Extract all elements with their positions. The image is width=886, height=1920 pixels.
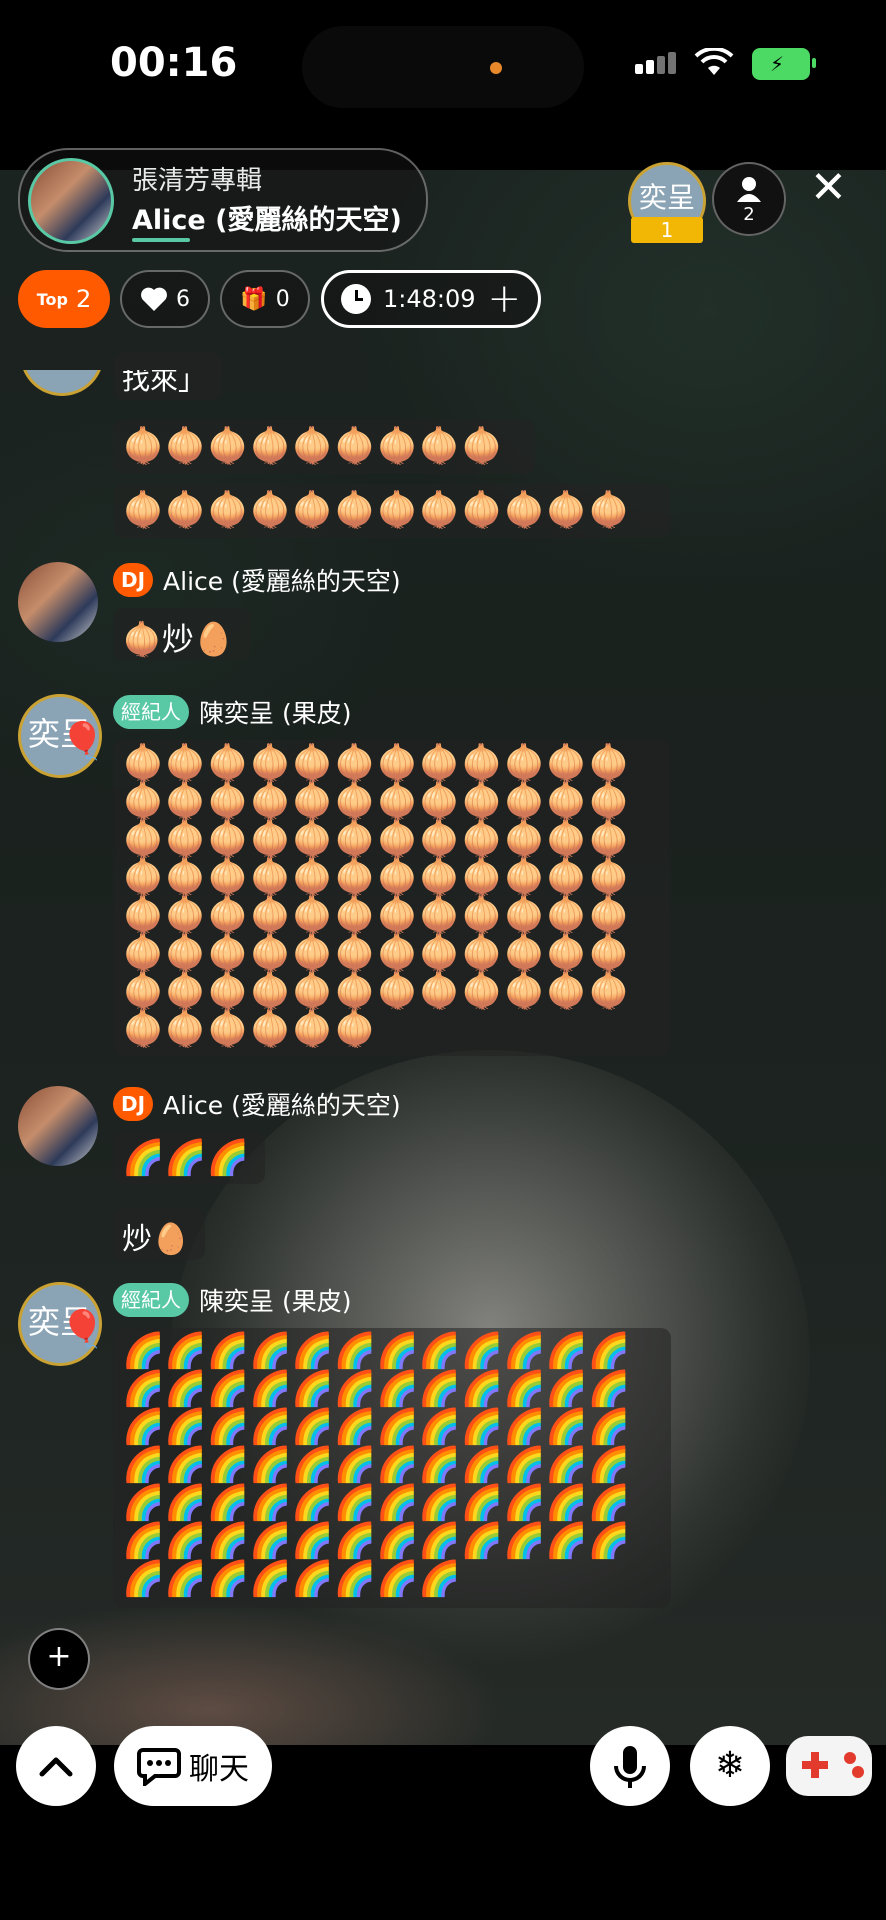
onion-row: 🧅🧅🧅🧅🧅🧅🧅🧅🧅🧅🧅🧅 — [122, 819, 631, 859]
user-avatar[interactable]: 奕呈 🎈 — [18, 694, 105, 778]
rainbow-row: 🌈🌈🌈🌈🌈🌈🌈🌈🌈🌈🌈🌈 — [122, 1407, 631, 1447]
rainbow-row: 🌈🌈🌈🌈🌈🌈🌈🌈🌈🌈🌈🌈 — [122, 1521, 631, 1561]
cellular-signal-icon — [635, 52, 676, 74]
add-icon[interactable]: + — [28, 1628, 90, 1690]
sender-name: Alice (愛麗絲的天空) — [163, 1091, 401, 1120]
close-icon[interactable]: ✕ — [810, 166, 847, 210]
host-avatar[interactable] — [28, 158, 114, 244]
message-text: 🧅炒🥚 — [122, 620, 234, 658]
rainbow-row: 🌈🌈🌈🌈🌈🌈🌈🌈 — [122, 1559, 461, 1599]
top-ranked-user-avatar[interactable]: 奕呈 1 — [628, 162, 706, 243]
background-hand — [0, 1590, 700, 1745]
rank-badge: 1 — [631, 217, 703, 243]
onion-row: 🧅🧅🧅🧅🧅🧅🧅🧅🧅🧅🧅🧅 — [122, 895, 631, 935]
message-text: 🌈🌈🌈 — [122, 1138, 250, 1178]
rainbow-row: 🌈🌈🌈🌈🌈🌈🌈🌈🌈🌈🌈🌈 — [122, 1369, 631, 1409]
sender-name: 陳奕呈 (果皮) — [199, 1287, 352, 1316]
gamepad-icon — [802, 1752, 828, 1778]
room-title: 張清芳專輯 — [132, 166, 263, 196]
microphone-button[interactable] — [590, 1726, 670, 1806]
gifts-count: 0 — [275, 286, 290, 312]
user-avatar[interactable]: 奕呈 🎈 — [18, 1282, 105, 1366]
game-button-dot — [852, 1766, 864, 1778]
onion-row: 🧅🧅🧅🧅🧅🧅🧅🧅🧅🧅🧅🧅 — [122, 971, 631, 1011]
gifts-chip[interactable]: 🎁 0 — [220, 270, 310, 328]
onion-row: 🧅🧅🧅🧅🧅🧅 — [122, 1009, 377, 1049]
top-value: 2 — [75, 285, 92, 313]
rainbow-row: 🌈🌈🌈🌈🌈🌈🌈🌈🌈🌈🌈🌈 — [122, 1445, 631, 1485]
agent-tag: 經紀人 — [113, 1283, 189, 1317]
expand-button[interactable] — [16, 1726, 96, 1806]
sender-name: Alice (愛麗絲的天空) — [163, 567, 401, 596]
status-bar: 00:16 ⚡ — [0, 0, 886, 130]
dj-tag: DJ — [113, 1087, 154, 1121]
onion-row: 🧅🧅🧅🧅🧅🧅🧅🧅🧅🧅🧅🧅 — [122, 857, 631, 897]
room-info-card[interactable]: 張清芳專輯 Alice (愛麗絲的天空) — [18, 148, 428, 252]
onion-row: 🧅🧅🧅🧅🧅🧅🧅🧅🧅🧅🧅🧅 — [122, 781, 631, 821]
likes-chip[interactable]: 6 — [120, 270, 210, 328]
recording-dot-icon — [490, 62, 502, 74]
message-text: 🧅🧅🧅🧅🧅🧅🧅🧅🧅🧅🧅🧅 — [122, 490, 631, 530]
host-name-underline — [132, 238, 190, 242]
balloon-accessory-icon: 🎈 — [60, 721, 105, 762]
likes-count: 6 — [176, 286, 190, 312]
onion-row: 🧅🧅🧅🧅🧅🧅🧅🧅🧅🧅🧅🧅 — [122, 743, 631, 783]
message-text: 炒🥚 — [122, 1222, 190, 1257]
message-text: 🧅🧅🧅🧅🧅🧅🧅🧅🧅 — [122, 426, 504, 466]
rainbow-row: 🌈🌈🌈🌈🌈🌈🌈🌈🌈🌈🌈🌈 — [122, 1483, 631, 1523]
gift-icon: 🎁 — [240, 286, 268, 312]
wifi-icon — [694, 48, 734, 75]
user-avatar[interactable] — [18, 562, 98, 642]
add-time-icon[interactable]: + — [488, 279, 522, 319]
viewer-count-button[interactable]: 2 — [712, 162, 786, 236]
chat-button-label: 聊天 — [189, 1752, 249, 1787]
onion-grid: 🧅🧅🧅🧅🧅🧅🧅🧅🧅🧅🧅🧅 🧅🧅🧅🧅🧅🧅🧅🧅🧅🧅🧅🧅 🧅🧅🧅🧅🧅🧅🧅🧅🧅🧅🧅🧅 🧅… — [122, 744, 630, 1048]
dj-tag: DJ — [113, 563, 154, 597]
viewer-count: 2 — [743, 204, 755, 225]
game-button-dot — [844, 1752, 856, 1764]
battery-charging-icon: ⚡ — [752, 48, 816, 80]
onion-row: 🧅🧅🧅🧅🧅🧅🧅🧅🧅🧅🧅🧅 — [122, 933, 631, 973]
rainbow-row: 🌈🌈🌈🌈🌈🌈🌈🌈🌈🌈🌈🌈 — [122, 1331, 631, 1371]
rank-avatar-text: 奕呈 — [638, 181, 695, 214]
message-header: 經紀人 陳奕呈 (果皮) — [113, 1282, 351, 1318]
sender-name: 陳奕呈 (果皮) — [199, 699, 352, 728]
message-header: 經紀人 陳奕呈 (果皮) — [113, 694, 351, 730]
microphone-icon — [614, 1746, 646, 1788]
balloon-accessory-icon: 🎈 — [60, 1309, 105, 1350]
status-time: 00:16 — [110, 40, 238, 86]
live-timer: 1:48:09 — [382, 285, 476, 313]
snowflake-icon: ❄ — [714, 1745, 746, 1786]
live-timer-chip[interactable]: 1:48:09 + — [321, 270, 541, 328]
chevron-up-icon — [39, 1757, 73, 1777]
top-rank-chip[interactable]: Top 2 — [18, 270, 110, 328]
clock-icon — [340, 284, 371, 314]
effects-button[interactable]: ❄ — [690, 1726, 770, 1806]
agent-tag: 經紀人 — [113, 695, 189, 729]
host-name: Alice (愛麗絲的天空) — [132, 205, 402, 236]
message-header: DJ Alice (愛麗絲的天空) — [113, 562, 401, 598]
chat-button[interactable]: 聊天 — [114, 1726, 272, 1806]
chat-bubble-icon — [137, 1748, 181, 1786]
user-avatar[interactable] — [18, 1086, 98, 1166]
game-button[interactable] — [786, 1736, 872, 1796]
top-label: Top — [36, 289, 68, 309]
rainbow-grid: 🌈🌈🌈🌈🌈🌈🌈🌈🌈🌈🌈🌈 🌈🌈🌈🌈🌈🌈🌈🌈🌈🌈🌈🌈 🌈🌈🌈🌈🌈🌈🌈🌈🌈🌈🌈🌈 🌈… — [122, 1332, 630, 1598]
heart-icon — [141, 287, 167, 311]
dynamic-island — [302, 26, 584, 108]
message-header: DJ Alice (愛麗絲的天空) — [113, 1086, 401, 1122]
